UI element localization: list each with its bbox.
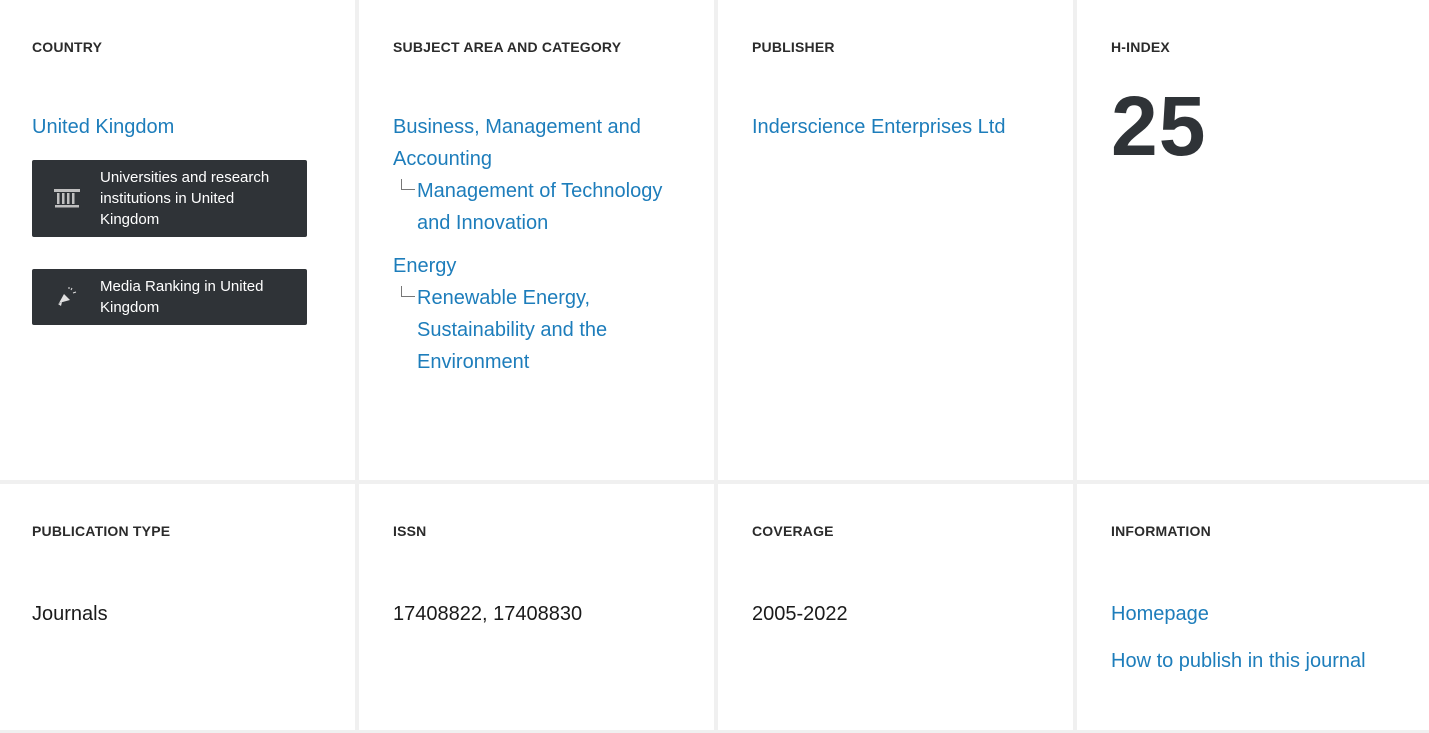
subject-area-link[interactable]: Energy xyxy=(393,250,682,282)
subject-area-link[interactable]: Business, Management and Accounting xyxy=(393,111,682,175)
hindex-value: 25 xyxy=(1111,79,1207,173)
subject-category-link[interactable]: Management of Technology and Innovation xyxy=(417,175,682,239)
hindex-cell: H-INDEX 25 xyxy=(1077,0,1429,480)
publication-type-heading: PUBLICATION TYPE xyxy=(32,523,171,539)
subject-category-item: Management of Technology and Innovation xyxy=(393,175,682,239)
publisher-heading: PUBLISHER xyxy=(752,39,835,55)
issn-cell: ISSN 17408822, 17408830 xyxy=(359,484,714,730)
subject-category-link[interactable]: Renewable Energy, Sustainability and the… xyxy=(417,282,682,378)
tree-branch-icon xyxy=(401,286,415,297)
hindex-heading: H-INDEX xyxy=(1111,39,1170,55)
institution-icon xyxy=(52,184,82,214)
subject-area-item: Business, Management and Accounting Mana… xyxy=(393,111,682,239)
country-link[interactable]: United Kingdom xyxy=(32,111,323,143)
publisher-cell: PUBLISHER Inderscience Enterprises Ltd xyxy=(718,0,1073,480)
universities-button[interactable]: Universities and research institutions i… xyxy=(32,160,307,237)
publication-type-value: Journals xyxy=(32,603,108,625)
media-ranking-button[interactable]: Media Ranking in United Kingdom xyxy=(32,269,307,325)
subject-area-item: Energy Renewable Energy, Sustainability … xyxy=(393,250,682,378)
issn-value: 17408822, 17408830 xyxy=(393,603,583,625)
media-ranking-button-label: Media Ranking in United Kingdom xyxy=(100,278,264,316)
coverage-heading: COVERAGE xyxy=(752,523,834,539)
information-heading: INFORMATION xyxy=(1111,523,1211,539)
country-cell: COUNTRY United Kingdom Universities and … xyxy=(0,0,355,480)
subject-cell: SUBJECT AREA AND CATEGORY Business, Mana… xyxy=(359,0,714,480)
publication-type-cell: PUBLICATION TYPE Journals xyxy=(0,484,355,730)
country-heading: COUNTRY xyxy=(32,39,103,55)
subject-heading: SUBJECT AREA AND CATEGORY xyxy=(393,39,622,55)
tree-branch-icon xyxy=(401,179,415,190)
megaphone-icon xyxy=(52,282,82,312)
universities-button-label: Universities and research institutions i… xyxy=(100,169,270,228)
issn-heading: ISSN xyxy=(393,523,427,539)
how-to-publish-link[interactable]: How to publish in this journal xyxy=(1111,645,1399,677)
coverage-cell: COVERAGE 2005-2022 xyxy=(718,484,1073,730)
publisher-link[interactable]: Inderscience Enterprises Ltd xyxy=(752,111,1041,143)
homepage-link[interactable]: Homepage xyxy=(1111,598,1399,630)
information-cell: INFORMATION Homepage How to publish in t… xyxy=(1077,484,1429,730)
coverage-value: 2005-2022 xyxy=(752,603,848,625)
journal-info-grid: COUNTRY United Kingdom Universities and … xyxy=(0,0,1429,733)
subject-category-item: Renewable Energy, Sustainability and the… xyxy=(393,282,682,378)
